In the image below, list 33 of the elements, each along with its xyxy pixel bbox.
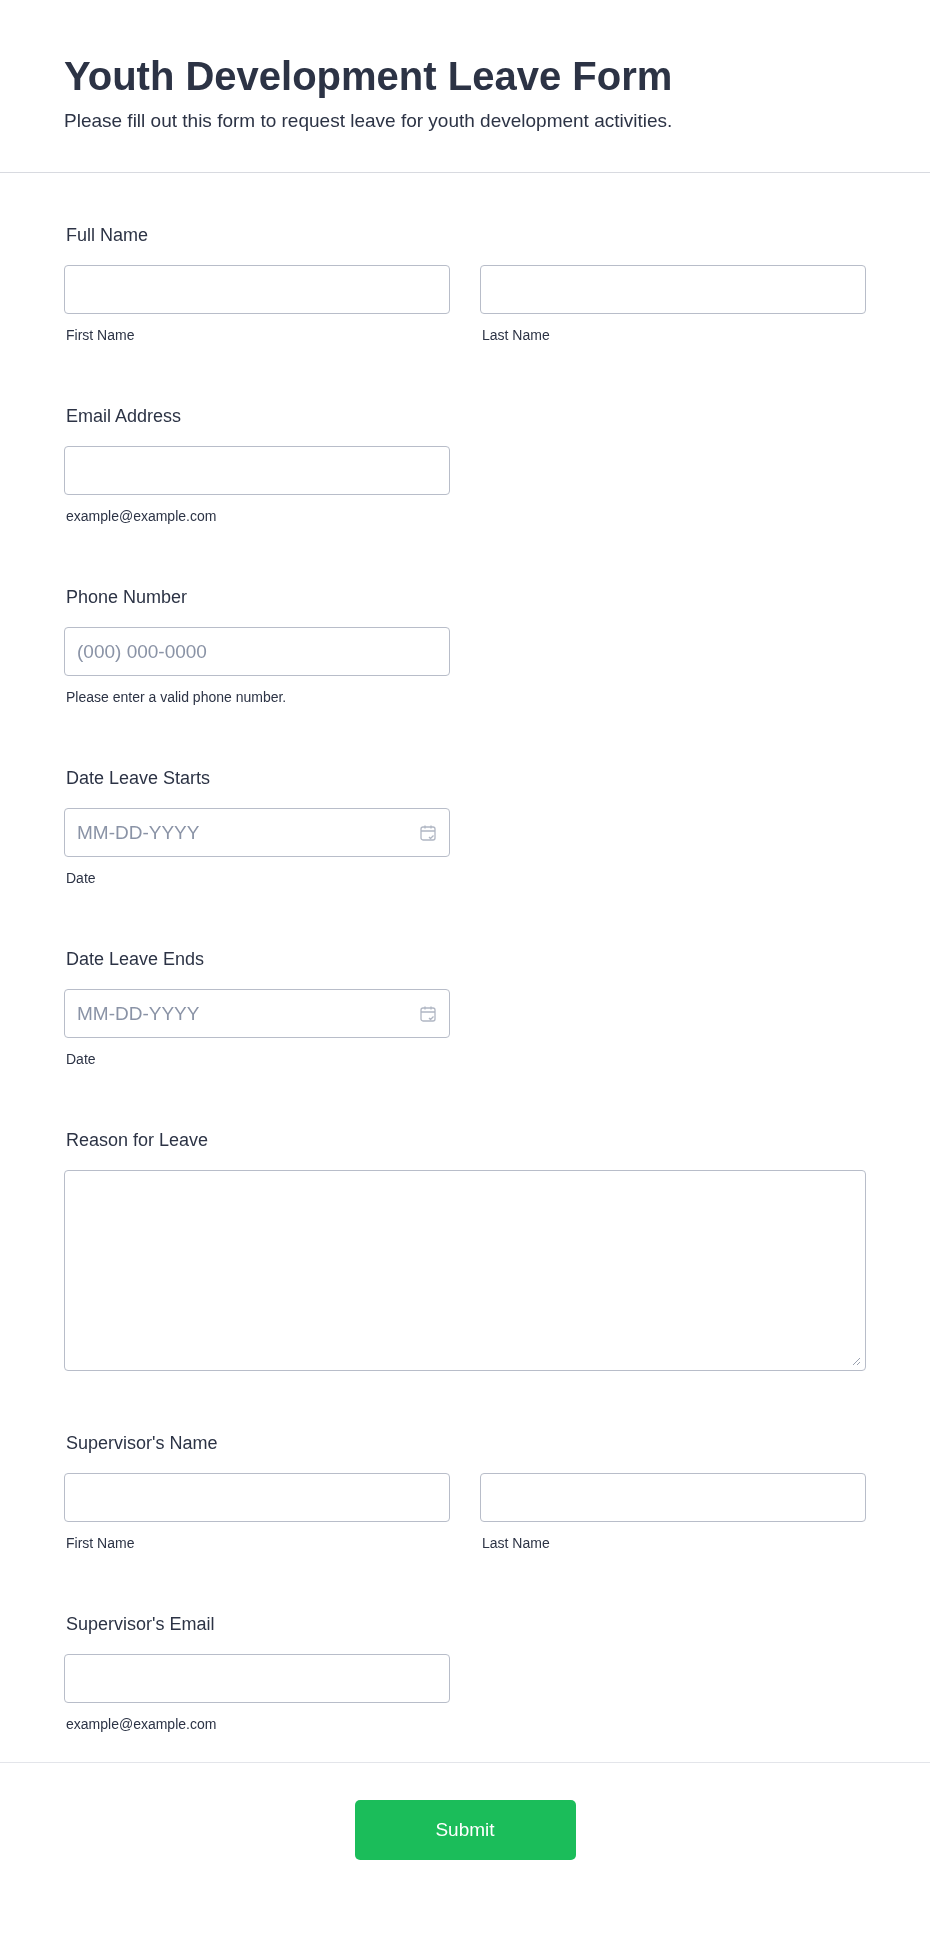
field-sublabel: Date (66, 1050, 97, 1068)
form-title: Youth Development Leave Form (64, 53, 674, 100)
field-sublabel: First Name (66, 326, 136, 344)
field-label: Reason for Leave (66, 1129, 210, 1151)
field-label: Email Address (66, 405, 183, 427)
field-label: Phone Number (66, 586, 189, 608)
field-sublabel: Please enter a valid phone number. (66, 688, 288, 706)
textarea-field[interactable] (64, 1170, 866, 1371)
field-sublabel: Last Name (482, 1534, 551, 1552)
form-subtitle: Please fill out this form to request leave for youth development activities. (64, 109, 674, 133)
text-field[interactable] (480, 265, 866, 314)
phone-field[interactable]: (000) 000-0000 (64, 627, 450, 676)
text-field[interactable] (64, 265, 450, 314)
field-label: Supervisor's Email (66, 1613, 216, 1635)
field-label: Full Name (66, 224, 150, 246)
field-sublabel: Last Name (482, 326, 551, 344)
field-label: Supervisor's Name (66, 1432, 219, 1454)
date-field[interactable]: MM-DD-YYYY (64, 808, 450, 857)
field-sublabel: example@example.com (66, 507, 218, 525)
calendar-icon[interactable] (419, 823, 437, 842)
field-sublabel: Date (66, 869, 97, 887)
field-sublabel: example@example.com (66, 1715, 218, 1733)
text-field[interactable] (64, 1473, 450, 1522)
resize-handle-icon[interactable] (852, 1357, 861, 1366)
submit-button[interactable]: Submit (354, 1800, 576, 1860)
email-field[interactable] (64, 446, 450, 495)
calendar-icon[interactable] (419, 1004, 437, 1023)
text-field[interactable] (480, 1473, 866, 1522)
field-sublabel: First Name (66, 1534, 136, 1552)
date-field[interactable]: MM-DD-YYYY (64, 989, 450, 1038)
field-label: Date Leave Ends (66, 948, 206, 970)
field-label: Date Leave Starts (66, 767, 212, 789)
email-field[interactable] (64, 1654, 450, 1703)
